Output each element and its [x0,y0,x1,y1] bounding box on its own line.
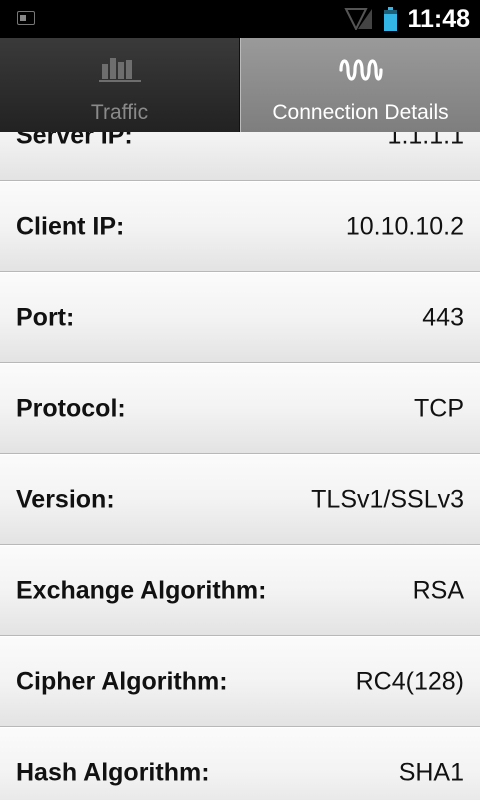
detail-value: SHA1 [398,758,464,786]
signal-icon [344,8,372,30]
battery-icon [384,7,397,31]
tab-traffic-label: Traffic [90,101,149,124]
tab-connection-details-label: Connection Details [272,101,449,124]
status-bar: 11:48 [0,0,480,38]
detail-label: Hash Algorithm: [16,758,210,786]
detail-value: RSA [412,576,464,604]
clock: 11:48 [407,5,470,33]
detail-label: Server IP: [16,132,133,149]
tab-connection-details[interactable]: Connection Details [240,38,480,132]
detail-row-exchange-algorithm: Exchange Algorithm: RSA [0,545,480,636]
detail-value: TLSv1/SSLv3 [311,485,464,513]
detail-label: Exchange Algorithm: [16,576,267,604]
detail-label: Port: [16,303,75,331]
detail-label: Protocol: [16,394,126,422]
tab-bar: Traffic Connection Details [0,38,480,132]
detail-row-protocol: Protocol: TCP [0,363,480,454]
detail-row-server-ip: Server IP: 1.1.1.1 [0,132,480,181]
detail-row-hash-algorithm: Hash Algorithm: SHA1 [0,727,480,800]
detail-value: TCP [414,394,464,422]
details-rows: Server IP: 1.1.1.1 Client IP: 10.10.10.2… [0,132,480,800]
detail-label: Client IP: [16,212,125,240]
detail-row-version: Version: TLSv1/SSLv3 [0,454,480,545]
detail-value: 10.10.10.2 [345,212,464,240]
detail-label: Cipher Algorithm: [16,667,228,695]
detail-row-cipher-algorithm: Cipher Algorithm: RC4(128) [0,636,480,727]
detail-value: RC4(128) [355,667,464,695]
detail-row-client-ip: Client IP: 10.10.10.2 [0,181,480,272]
tab-traffic[interactable]: Traffic [0,38,240,132]
notification-icon [17,11,35,25]
detail-row-port: Port: 443 [0,272,480,363]
detail-value: 443 [422,303,464,331]
detail-label: Version: [16,485,115,513]
connection-icon [338,59,383,81]
connection-details-list[interactable]: Server IP: 1.1.1.1 Client IP: 10.10.10.2… [0,132,480,800]
detail-value: 1.1.1.1 [387,132,464,149]
bar-chart-icon [98,58,141,82]
